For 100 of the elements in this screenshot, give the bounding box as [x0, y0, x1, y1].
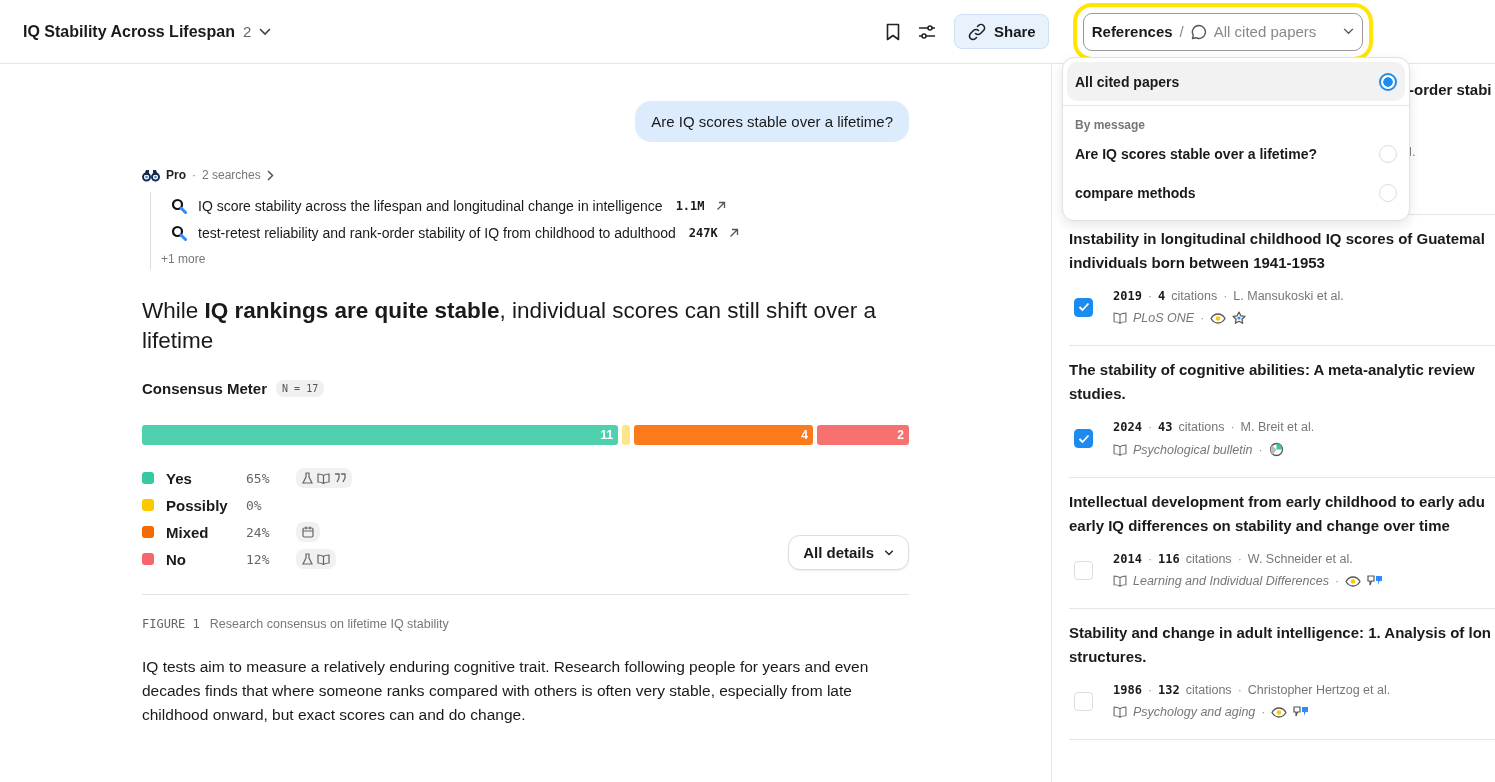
book-icon [1113, 706, 1127, 718]
journal-name: Psychological bulletin [1133, 442, 1253, 457]
external-link-icon[interactable] [728, 228, 739, 238]
separator: · [1147, 420, 1153, 434]
paper-title: -order stabi [1409, 81, 1492, 98]
consensus-segment: 4 [634, 425, 814, 445]
flask-icon [302, 472, 313, 484]
separator: · [1237, 683, 1242, 697]
book-icon [1113, 312, 1127, 324]
radio-button[interactable] [1379, 72, 1397, 91]
result-count: 1.1M [675, 199, 705, 213]
question-bubble: Are IQ scores stable over a lifetime? [635, 101, 909, 142]
citations-label: citations [1185, 683, 1232, 697]
journal-name: PLoS ONE [1133, 311, 1195, 325]
external-link-icon[interactable] [715, 201, 726, 211]
citation-count: 4 [1158, 289, 1166, 303]
pro-label: Pro [166, 168, 186, 182]
paper-year: 2024 [1113, 420, 1142, 434]
paper-authors: L. Mansukoski et al. [1233, 289, 1344, 303]
pie-chart-icon [1268, 442, 1284, 457]
legend-percent: 12% [246, 551, 271, 567]
thumbs-icon [1367, 575, 1384, 587]
separator: · [1261, 705, 1266, 719]
separator: · [1147, 552, 1153, 566]
share-button[interactable]: Share [954, 14, 1049, 49]
consensus-meter-title: Consensus Meter [142, 380, 268, 397]
chevron-down-icon[interactable] [259, 27, 272, 36]
separator: · [1147, 683, 1153, 697]
separator: · [1223, 289, 1228, 303]
eye-icon [1271, 706, 1288, 718]
paper-year: 2014 [1113, 552, 1142, 566]
option-label: Are IQ scores stable over a lifetime? [1075, 145, 1317, 162]
chat-bubble-icon [1190, 23, 1207, 40]
check-icon [1077, 302, 1090, 312]
consensus-segment: 2 [817, 425, 909, 445]
flask-icon [302, 553, 313, 565]
citation-count: 116 [1158, 552, 1180, 566]
more-searches-link[interactable]: +1 more [161, 252, 206, 266]
calendar-icon [302, 526, 314, 538]
separator: / [1179, 23, 1184, 40]
thread-title: IQ Stability Across Lifespan [23, 22, 235, 41]
paper-title[interactable]: Intellectual development from early childhood to early adu early IQ differences on stability and change over time [1069, 490, 1495, 538]
paper-checkbox[interactable] [1074, 297, 1093, 317]
figure-caption: Research consensus on lifetime IQ stability [209, 617, 449, 631]
sample-size-tag: N = 17 [276, 380, 325, 397]
answer-heading: While IQ rankings are quite stable, individual scores can still shift over a lifetime [142, 297, 878, 355]
paper-title[interactable]: The stability of cognitive abilities: A meta-analytic review studies. [1069, 358, 1495, 406]
legend-label: No [165, 550, 187, 568]
book-icon [1113, 443, 1127, 456]
link-icon [967, 21, 987, 42]
paper-year: 1986 [1113, 683, 1142, 697]
paper-title[interactable]: Instability in longitudinal childhood IQ scores of Guatemal individuals born between 1941-1953 [1069, 227, 1495, 275]
journal-name: Psychology and aging [1133, 705, 1256, 719]
journal-name: Learning and Individual Differences [1133, 574, 1329, 588]
chevron-down-icon [884, 549, 894, 556]
book-icon [317, 553, 330, 565]
paper-checkbox[interactable] [1074, 429, 1093, 448]
bookmark-icon[interactable] [886, 22, 900, 41]
separator: · [1200, 311, 1205, 325]
paper-year: 2019 [1113, 289, 1142, 303]
search-query: test-retest reliability and rank-order stability of IQ from childhood to adulthood [198, 225, 676, 241]
thumbs-icon [1293, 706, 1310, 718]
legend-percent: 0% [246, 497, 263, 513]
citation-count: 43 [1158, 420, 1173, 434]
citations-label: citations [1171, 289, 1218, 303]
eye-icon [1210, 312, 1227, 324]
sliders-icon[interactable] [918, 23, 936, 40]
binoculars-icon [142, 168, 160, 182]
answer-paragraph: IQ tests aim to measure a relatively enduring cognitive trait. Research following people for years and even decades finds that where someone ranks compared with others is often very stable, especially from late childhood onward, but exact scores can and do change. [142, 657, 870, 725]
quote-icon [334, 473, 346, 483]
citations-label: citations [1185, 552, 1232, 566]
dropdown-option[interactable]: compare methods [1067, 173, 1405, 212]
dropdown-option[interactable]: All cited papers [1067, 62, 1405, 101]
separator: · [1334, 574, 1340, 588]
legend-label: Mixed [165, 523, 210, 541]
legend-percent: 65% [246, 470, 271, 486]
separator: · [1147, 289, 1153, 303]
references-filter: All cited papers [1213, 23, 1318, 40]
legend-label: Possibly [165, 496, 229, 514]
separator: · [192, 168, 196, 182]
citation-count: 132 [1158, 683, 1180, 697]
paper-authors: M. Breit et al. [1240, 420, 1315, 434]
legend-percent: 24% [246, 524, 271, 540]
separator: · [1258, 442, 1263, 457]
all-details-button[interactable]: All details [788, 535, 909, 570]
result-count: 247K [688, 226, 718, 240]
separator: · [1237, 552, 1242, 566]
book-icon [317, 472, 330, 484]
chevron-down-icon [1342, 28, 1354, 35]
option-label: compare methods [1075, 184, 1196, 201]
paper-title[interactable]: Stability and change in adult intelligence: 1. Analysis of lon structures. [1069, 621, 1495, 669]
search-count-link[interactable]: 2 searches [202, 168, 261, 182]
chevron-right-icon[interactable] [266, 169, 274, 181]
paper-authors: Christopher Hertzog et al. [1247, 683, 1391, 697]
references-label: References [1091, 23, 1173, 40]
thread-count: 2 [242, 23, 252, 40]
eye-icon [1345, 575, 1362, 587]
dropdown-option[interactable]: Are IQ scores stable over a lifetime? [1067, 134, 1405, 173]
citations-label: citations [1178, 420, 1225, 434]
option-label: All cited papers [1075, 73, 1180, 90]
